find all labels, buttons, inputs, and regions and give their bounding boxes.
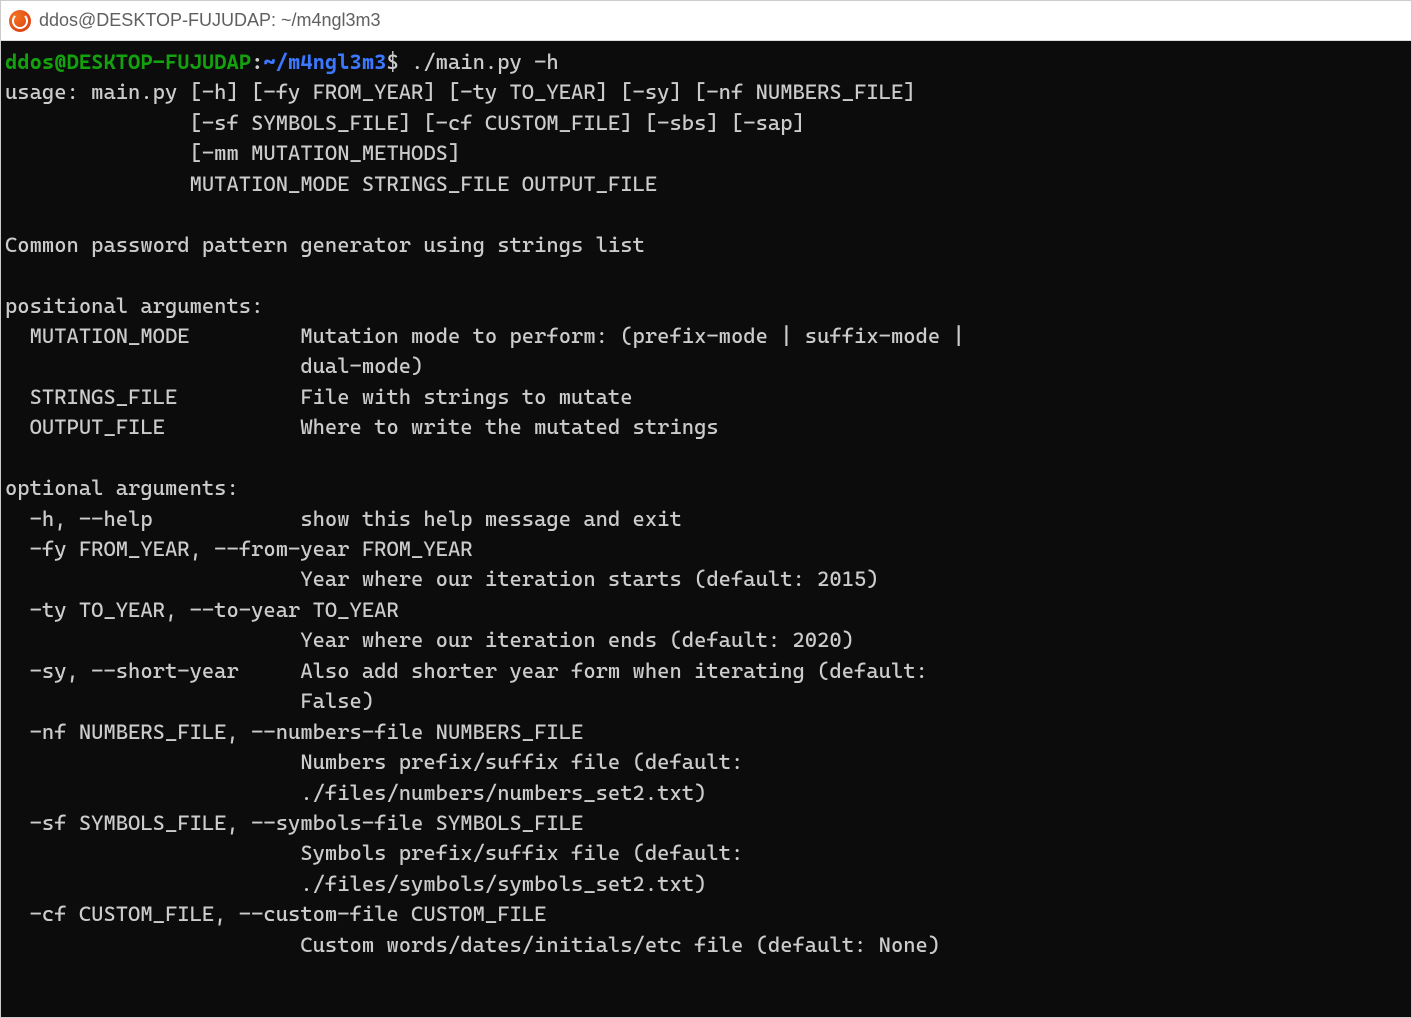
output-line: dual-mode) (5, 354, 423, 378)
prompt-userhost: ddos@DESKTOP-FUJUDAP (5, 50, 251, 74)
prompt-sep: : (251, 50, 263, 74)
terminal-window: ddos@DESKTOP-FUJUDAP: ~/m4ngl3m3 ddos@DE… (0, 0, 1412, 1018)
output-line: -ty TO_YEAR, --to-year TO_YEAR (5, 598, 399, 622)
output-line: Symbols prefix/suffix file (default: (5, 841, 743, 865)
output-line: False) (5, 689, 374, 713)
output-line: Year where our iteration starts (default… (5, 567, 879, 591)
output-line: [-mm MUTATION_METHODS] (5, 141, 460, 165)
output-line: OUTPUT_FILE Where to write the mutated s… (5, 415, 719, 439)
output-line: ./files/symbols/symbols_set2.txt) (5, 872, 706, 896)
terminal-viewport[interactable]: ddos@DESKTOP-FUJUDAP:~/m4ngl3m3$ ./main.… (1, 41, 1411, 1017)
titlebar[interactable]: ddos@DESKTOP-FUJUDAP: ~/m4ngl3m3 (1, 1, 1411, 41)
output-line: -nf NUMBERS_FILE, --numbers-file NUMBERS… (5, 720, 583, 744)
output-line: Year where our iteration ends (default: … (5, 628, 854, 652)
output-line: -sy, --short-year Also add shorter year … (5, 659, 928, 683)
output-line: Common password pattern generator using … (5, 233, 645, 257)
ubuntu-icon (9, 10, 31, 32)
output-line: Custom words/dates/initials/etc file (de… (5, 933, 940, 957)
prompt-dollar: $ (386, 50, 411, 74)
command-text: ./main.py -h (411, 50, 559, 74)
output-line: ./files/numbers/numbers_set2.txt) (5, 781, 706, 805)
output-line: MUTATION_MODE STRINGS_FILE OUTPUT_FILE (5, 172, 657, 196)
output-line: -h, --help show this help message and ex… (5, 507, 682, 531)
output-line: -sf SYMBOLS_FILE, --symbols-file SYMBOLS… (5, 811, 583, 835)
output-line: optional arguments: (5, 476, 239, 500)
output-line: MUTATION_MODE Mutation mode to perform: … (5, 324, 965, 348)
output-line: positional arguments: (5, 294, 263, 318)
prompt-path: ~/m4ngl3m3 (263, 50, 386, 74)
output-line: Numbers prefix/suffix file (default: (5, 750, 743, 774)
output-line: -fy FROM_YEAR, --from-year FROM_YEAR (5, 537, 473, 561)
window-title: ddos@DESKTOP-FUJUDAP: ~/m4ngl3m3 (39, 10, 381, 31)
output-line: usage: main.py [-h] [-fy FROM_YEAR] [-ty… (5, 80, 916, 104)
output-line: [-sf SYMBOLS_FILE] [-cf CUSTOM_FILE] [-s… (5, 111, 805, 135)
output-line: -cf CUSTOM_FILE, --custom-file CUSTOM_FI… (5, 902, 546, 926)
output-line: STRINGS_FILE File with strings to mutate (5, 385, 633, 409)
